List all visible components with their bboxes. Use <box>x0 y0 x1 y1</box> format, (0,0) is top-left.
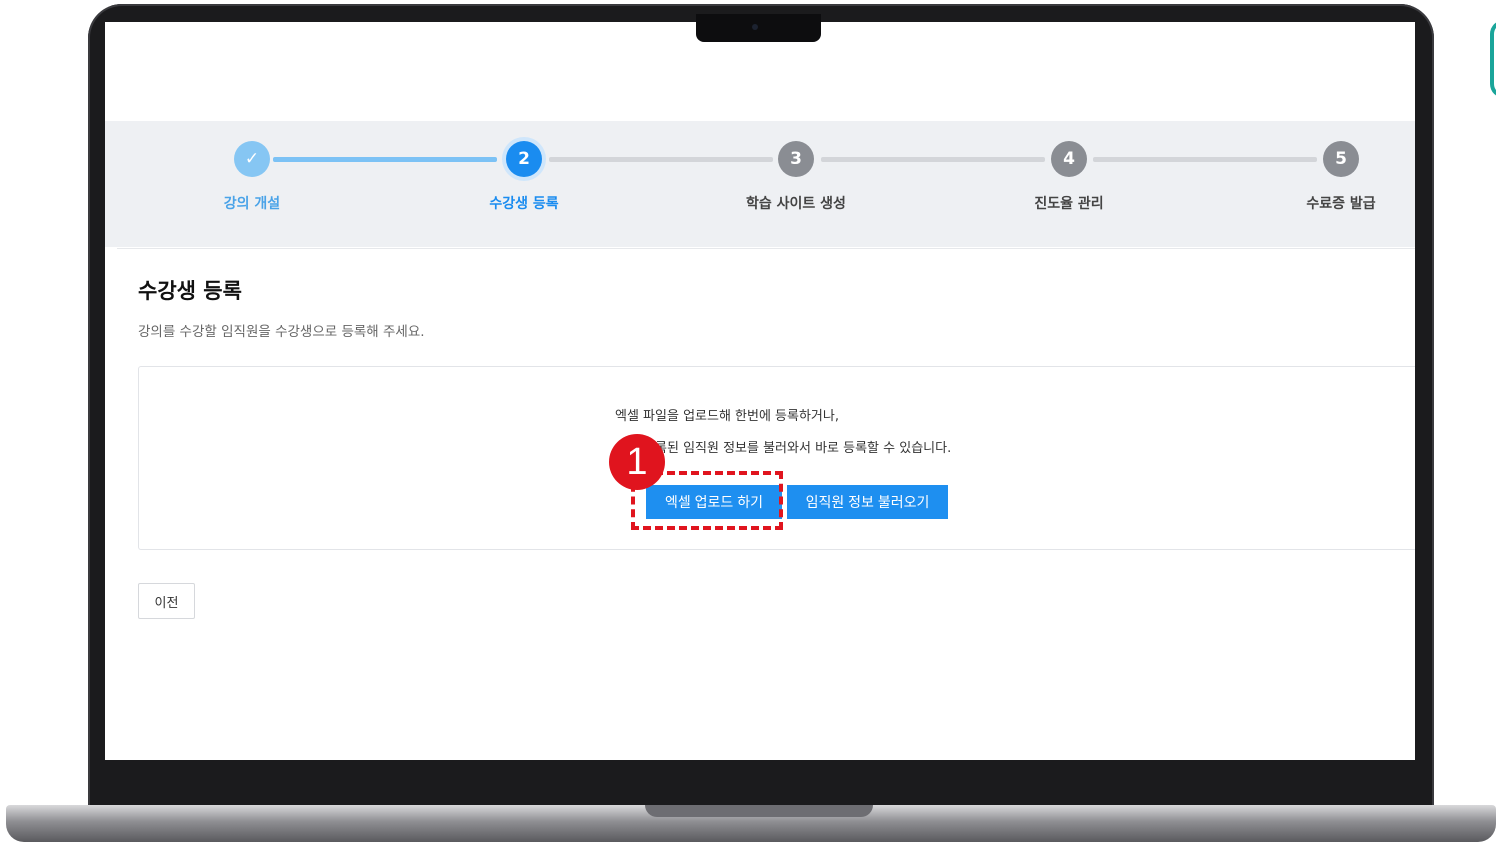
info-text-line-1: 엑셀 파일을 업로드해 한번에 등록하거나, <box>615 409 839 424</box>
annotation-badge: 1 <box>609 434 665 490</box>
page-description: 강의를 수강할 임직원을 수강생으로 등록해 주세요. <box>138 324 425 340</box>
step-5-label[interactable]: 수료증 발급 <box>1261 193 1415 213</box>
student-registration-panel: 수강생 등록 강의를 수강할 임직원을 수강생으로 등록해 주세요. 엑셀 파일… <box>117 248 1415 637</box>
camera-notch <box>696 14 821 42</box>
step-4-label[interactable]: 진도율 관리 <box>989 193 1149 213</box>
laptop-base-notch <box>645 805 873 817</box>
step-4-circle[interactable]: 4 <box>1051 141 1087 177</box>
step-3-label[interactable]: 학습 사이트 생성 <box>716 193 876 213</box>
step-connector-4 <box>1093 157 1317 162</box>
step-2-circle[interactable]: 2 <box>506 141 542 177</box>
excel-upload-button[interactable]: 엑셀 업로드 하기 <box>646 485 782 519</box>
load-employee-info-button[interactable]: 임직원 정보 불러오기 <box>787 485 948 519</box>
laptop-screen: ✓ 2 3 4 5 강의 개설 수강생 등록 학습 사이트 생성 진도율 관리 … <box>105 22 1415 760</box>
step-1-check-icon[interactable]: ✓ <box>234 141 270 177</box>
info-text-line-2: 이미 등록된 임직원 정보를 불러와서 바로 등록할 수 있습니다. <box>615 437 951 456</box>
step-2-label[interactable]: 수강생 등록 <box>444 193 604 213</box>
step-connector-1 <box>273 157 497 162</box>
step-5-circle[interactable]: 5 <box>1323 141 1359 177</box>
progress-stepper: ✓ 2 3 4 5 강의 개설 수강생 등록 학습 사이트 생성 진도율 관리 … <box>105 121 1415 247</box>
previous-button[interactable]: 이전 <box>138 583 195 619</box>
camera-icon <box>752 24 758 30</box>
step-connector-3 <box>821 157 1045 162</box>
page-title: 수강생 등록 <box>138 279 242 303</box>
side-accent <box>1490 20 1496 98</box>
upload-options-box: 엑셀 파일을 업로드해 한번에 등록하거나, 이미 등록된 임직원 정보를 불러… <box>138 366 1415 550</box>
step-1-label[interactable]: 강의 개설 <box>172 193 332 213</box>
step-3-circle[interactable]: 3 <box>778 141 814 177</box>
step-connector-2 <box>549 157 773 162</box>
info-text-line-2-rest: 등록된 임직원 정보를 불러와서 바로 등록할 수 있습니다. <box>643 441 952 456</box>
